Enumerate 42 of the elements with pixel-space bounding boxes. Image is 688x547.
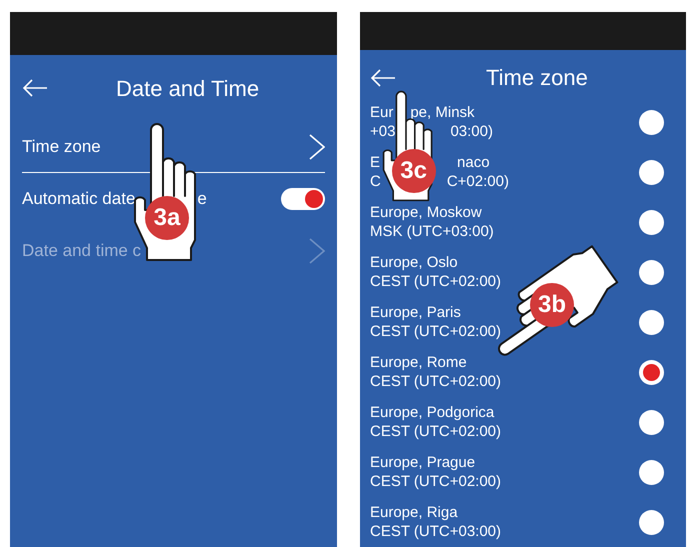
radio-button[interactable]: [639, 360, 664, 384]
chevron-right-icon: [309, 238, 325, 264]
chevron-right-icon: [309, 134, 325, 160]
zone-offset: CEST (UTC+02:00): [370, 422, 502, 441]
radio-button[interactable]: [639, 260, 664, 284]
zone-offset: CEST (UTC+02:00): [370, 372, 502, 391]
radio-button[interactable]: [639, 410, 664, 434]
back-arrow-icon[interactable]: [22, 79, 48, 97]
zone-name: Europe, Rome: [370, 353, 467, 372]
zone-name: pe, Minsk: [410, 103, 475, 122]
zone-offset: CEST (UTC+02:00): [370, 472, 502, 491]
zone-name: Europe, Oslo: [370, 253, 458, 272]
screen-title: Time zone: [486, 64, 588, 92]
radio-button[interactable]: [639, 460, 664, 484]
setting-label: Time zone: [22, 136, 101, 158]
zone-offset: CEST (UTC+02:00): [370, 322, 502, 341]
zone-name: Europe, Riga: [370, 503, 458, 522]
back-arrow-icon[interactable]: [370, 68, 396, 87]
zone-name: Eur: [370, 103, 394, 122]
zone-name: Europe, Paris: [370, 303, 461, 322]
zone-offset: CEST (UTC+03:00): [370, 522, 502, 541]
radio-button[interactable]: [639, 110, 664, 134]
zone-offset: C+02:00): [446, 172, 509, 191]
radio-button[interactable]: [639, 210, 664, 234]
zone-offset: +03: [370, 122, 396, 141]
setting-label: e: [197, 188, 207, 210]
zone-name: Europe, Podgorica: [370, 403, 494, 422]
zone-offset: CEST (UTC+02:00): [370, 272, 502, 291]
zone-offset: C: [370, 172, 381, 191]
zone-offset: MSK (UTC+03:00): [370, 222, 494, 241]
zone-name: E: [370, 153, 380, 172]
zone-name: Europe, Prague: [370, 453, 476, 472]
toggle-switch[interactable]: [281, 188, 325, 210]
zone-offset: 03:00): [450, 122, 493, 141]
zone-name: naco: [457, 153, 490, 172]
screen-title: Date and Time: [116, 74, 260, 102]
radio-button[interactable]: [639, 310, 664, 334]
radio-button[interactable]: [639, 510, 664, 534]
radio-button[interactable]: [639, 160, 664, 184]
setting-label: Automatic date: [22, 188, 136, 210]
zone-name: Europe, Moskow: [370, 203, 482, 222]
setting-label: Date and time c: [22, 240, 142, 262]
